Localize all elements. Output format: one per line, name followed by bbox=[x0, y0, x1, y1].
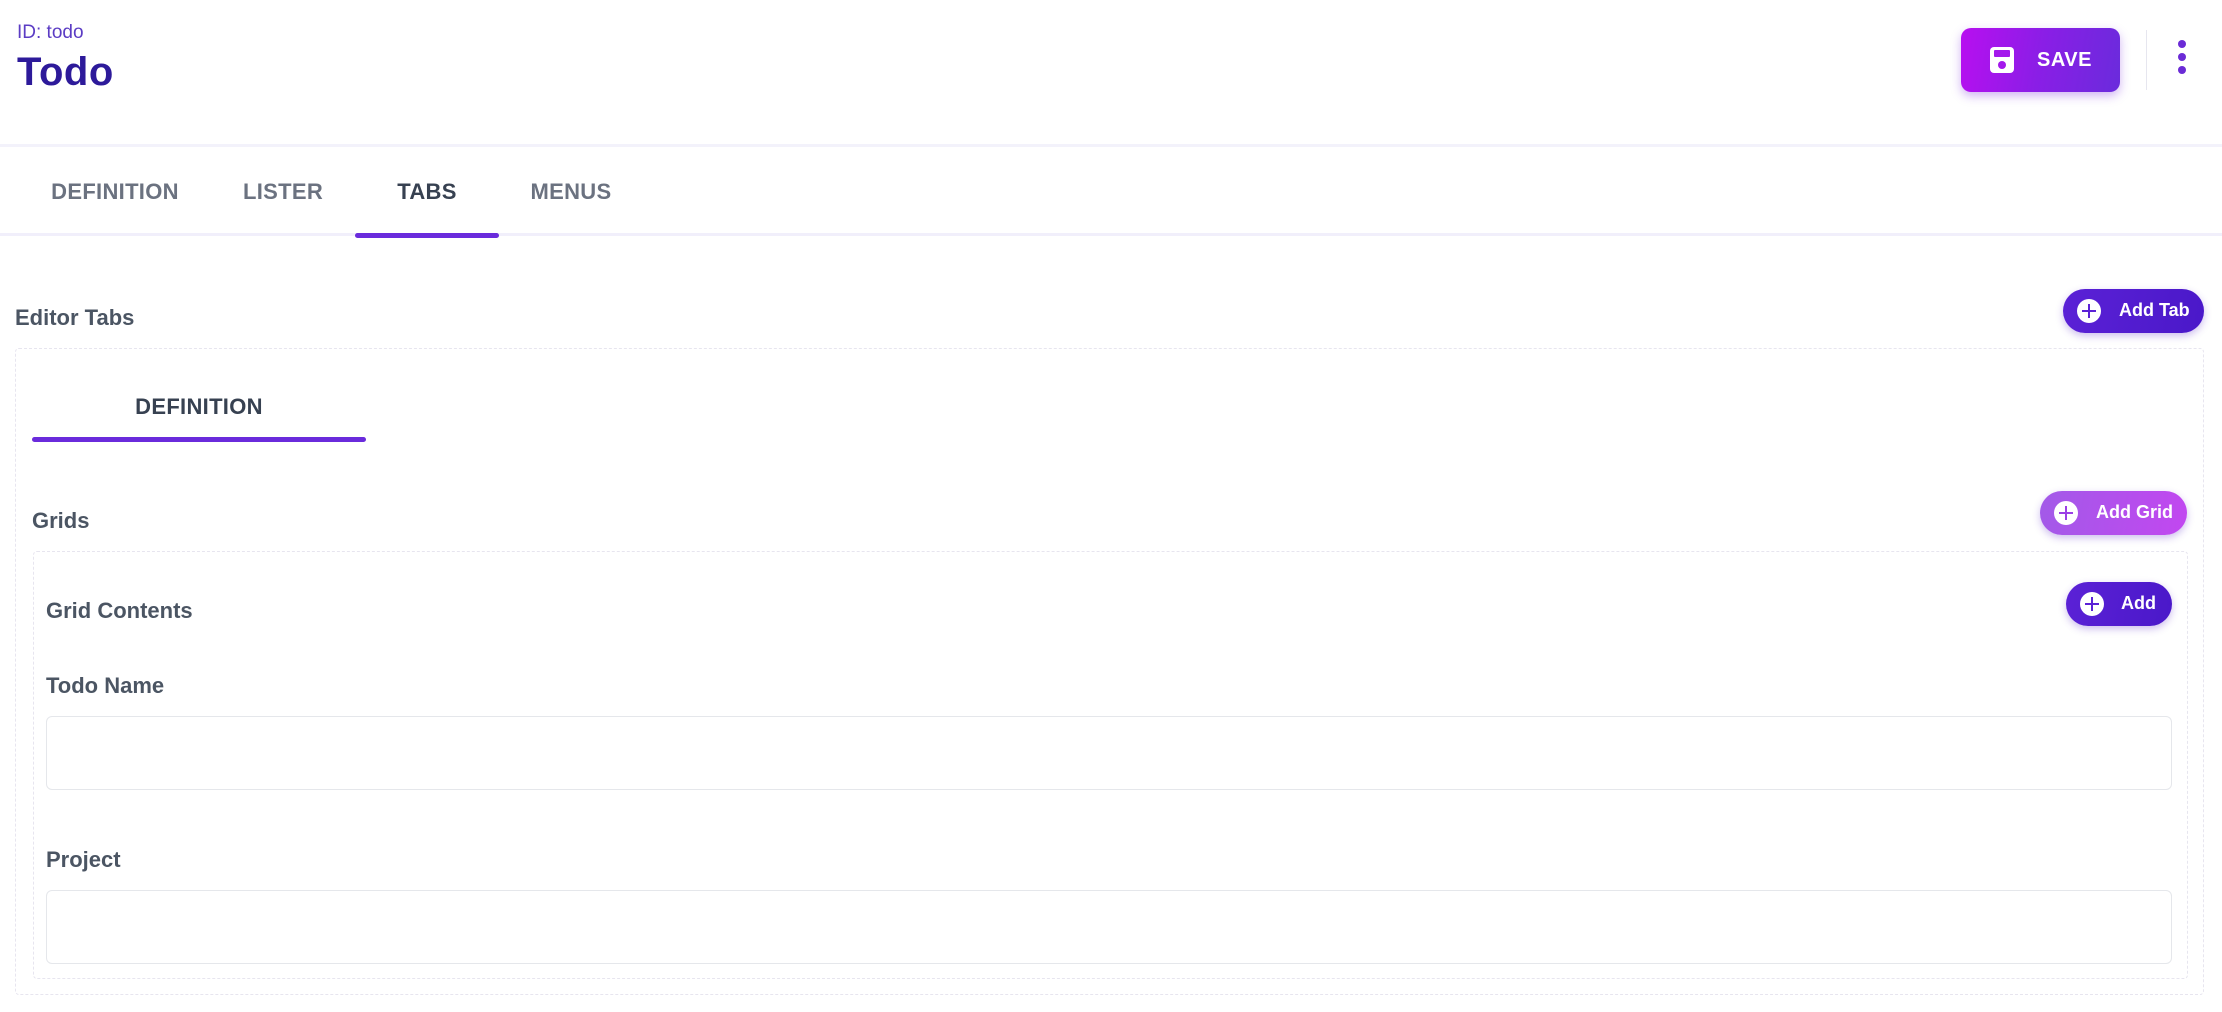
todo-name-label: Todo Name bbox=[46, 673, 165, 698]
header-divider bbox=[2146, 30, 2147, 90]
editor-tabs-heading: Editor Tabs bbox=[15, 305, 135, 330]
add-tab-button[interactable]: Add Tab bbox=[2063, 289, 2204, 333]
inner-tab-definition[interactable]: DEFINITION bbox=[32, 380, 366, 442]
plus-circle-icon bbox=[2077, 299, 2101, 323]
project-label: Project bbox=[46, 847, 121, 872]
active-inner-tab-indicator bbox=[32, 437, 366, 442]
save-button-label: SAVE bbox=[2037, 49, 2092, 71]
tab-label: LISTER bbox=[242, 178, 324, 204]
todo-name-input[interactable] bbox=[46, 716, 2172, 790]
project-input[interactable] bbox=[46, 890, 2172, 964]
tab-label: DEFINITION bbox=[51, 178, 179, 204]
floppy-disk-icon bbox=[1990, 47, 2014, 73]
tab-lister[interactable]: LISTER bbox=[242, 147, 324, 236]
record-id: ID: todo bbox=[17, 22, 84, 43]
add-grid-label: Add Grid bbox=[2096, 502, 2173, 522]
tab-menus[interactable]: MENUS bbox=[530, 147, 612, 236]
add-grid-button[interactable]: Add Grid bbox=[2040, 491, 2187, 535]
tab-tabs[interactable]: TABS bbox=[355, 147, 499, 238]
tab-label: MENUS bbox=[530, 178, 612, 204]
kebab-menu-icon[interactable] bbox=[2170, 40, 2194, 80]
save-button[interactable]: SAVE bbox=[1961, 28, 2120, 92]
add-content-label: Add bbox=[2121, 593, 2156, 613]
tab-definition[interactable]: DEFINITION bbox=[50, 147, 180, 236]
plus-circle-icon bbox=[2080, 592, 2104, 616]
grid-contents-heading: Grid Contents bbox=[46, 598, 193, 623]
page-title: Todo bbox=[17, 50, 114, 94]
active-tab-indicator bbox=[355, 233, 499, 238]
plus-circle-icon bbox=[2054, 501, 2078, 525]
page-header: ID: todo Todo SAVE bbox=[0, 0, 2222, 144]
add-content-button[interactable]: Add bbox=[2066, 582, 2172, 626]
grids-heading: Grids bbox=[32, 508, 90, 533]
inner-tab-label: DEFINITION bbox=[135, 394, 263, 419]
add-tab-label: Add Tab bbox=[2119, 300, 2190, 320]
main-tabs: DEFINITION LISTER TABS MENUS bbox=[0, 144, 2222, 238]
tab-label: TABS bbox=[397, 178, 457, 204]
